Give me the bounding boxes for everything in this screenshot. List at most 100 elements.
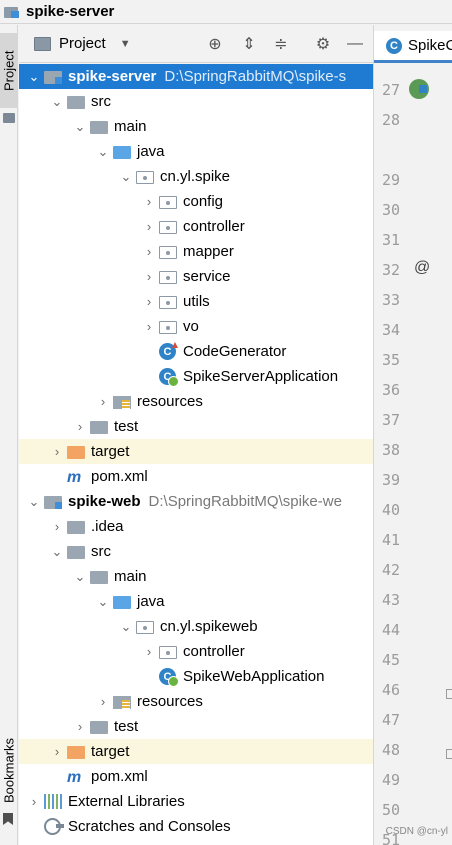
tree-row[interactable]: › External Libraries <box>19 789 373 814</box>
chevron-right-icon[interactable]: › <box>142 269 156 284</box>
chevron-right-icon[interactable]: › <box>142 244 156 259</box>
tree-row[interactable]: m pom.xml <box>19 464 373 489</box>
gear-icon[interactable]: ⚙ <box>313 34 333 54</box>
tree-row[interactable]: › vo <box>19 314 373 339</box>
tree-row[interactable]: ⌄ java <box>19 589 373 614</box>
tree-item-name: resources <box>137 693 203 710</box>
folder-icon <box>67 546 85 559</box>
watermark: CSDN @cn-yl <box>385 826 448 837</box>
folder-icon <box>67 521 85 534</box>
tree-row-label: main <box>114 118 147 135</box>
folder-icon <box>67 96 85 109</box>
editor-gutter: @ 26272829303132333435363738394041424344… <box>374 65 452 845</box>
tree-row[interactable]: › controller <box>19 214 373 239</box>
fold-marker-icon[interactable] <box>446 689 452 699</box>
line-number: 39 <box>382 471 401 489</box>
tree-row[interactable]: ⌄ spike-web D:\SpringRabbitMQ\spike-we <box>19 489 373 514</box>
resources-folder-icon <box>113 696 131 709</box>
tree-row[interactable]: C SpikeServerApplication <box>19 364 373 389</box>
chevron-down-icon[interactable]: ⌄ <box>119 169 133 184</box>
maven-icon: m <box>67 768 82 786</box>
chevron-right-icon[interactable]: › <box>73 419 87 434</box>
tree-row[interactable]: › config <box>19 189 373 214</box>
chevron-down-icon[interactable]: ⌄ <box>27 69 41 84</box>
locate-icon[interactable]: ⊕ <box>205 34 225 54</box>
chevron-down-icon[interactable]: ⌄ <box>73 119 87 134</box>
line-number: 41 <box>382 531 401 549</box>
project-tree[interactable]: ⌄ spike-server D:\SpringRabbitMQ\spike-s ⌄ s… <box>19 64 373 845</box>
bookmarks-tool-tab[interactable]: Bookmarks <box>0 730 18 810</box>
tree-row[interactable]: C CodeGenerator <box>19 339 373 364</box>
tree-row-label: utils <box>183 293 210 310</box>
expand-all-icon[interactable]: ⇕ <box>239 34 259 54</box>
tree-row[interactable]: ⌄ main <box>19 564 373 589</box>
tree-item-name: config <box>183 193 224 210</box>
project-panel-header: Project ▼ ⊕ ⇕ ≑ ⚙ — <box>19 25 373 63</box>
chevron-down-icon[interactable]: ⌄ <box>50 94 64 109</box>
tree-row[interactable]: › controller <box>19 639 373 664</box>
folder-icon[interactable] <box>3 113 15 123</box>
project-view-selector[interactable]: Project <box>59 35 106 52</box>
tree-item-name: test <box>114 418 139 435</box>
tree-item-name: External Libraries <box>68 793 185 810</box>
tree-row-label: target <box>91 743 129 760</box>
maven-icon: m <box>67 468 82 486</box>
window-title: spike-server <box>26 3 115 20</box>
tree-row[interactable]: m pom.xml <box>19 764 373 789</box>
source-folder-icon <box>113 146 131 159</box>
editor-tab[interactable]: C SpikeC <box>374 31 452 63</box>
tree-row[interactable]: › resources <box>19 389 373 414</box>
tree-row[interactable]: ⌄ spike-server D:\SpringRabbitMQ\spike-s <box>19 64 373 89</box>
fold-marker-icon[interactable] <box>446 749 452 759</box>
chevron-down-icon[interactable]: ⌄ <box>27 494 41 509</box>
minimize-icon[interactable]: — <box>345 34 365 54</box>
editor-area: C SpikeC @ 26272829303132333435363738394… <box>373 25 452 845</box>
tree-row[interactable]: › .idea <box>19 514 373 539</box>
tree-row[interactable]: Scratches and Consoles <box>19 814 373 839</box>
tree-row[interactable]: › utils <box>19 289 373 314</box>
chevron-right-icon[interactable]: › <box>96 694 110 709</box>
tree-row[interactable]: ⌄ src <box>19 539 373 564</box>
tree-row[interactable]: › target <box>19 439 373 464</box>
chevron-right-icon[interactable]: › <box>142 194 156 209</box>
tree-row-label: spike-server D:\SpringRabbitMQ\spike-s <box>68 68 346 85</box>
chevron-right-icon[interactable]: › <box>73 719 87 734</box>
chevron-right-icon[interactable]: › <box>142 319 156 334</box>
tree-row[interactable]: › test <box>19 414 373 439</box>
chevron-right-icon[interactable]: › <box>50 444 64 459</box>
chevron-down-icon[interactable]: ⌄ <box>96 144 110 159</box>
editor-tab-label: SpikeC <box>408 37 452 54</box>
tree-row[interactable]: ⌄ main <box>19 114 373 139</box>
tree-row[interactable]: ⌄ cn.yl.spike <box>19 164 373 189</box>
chevron-down-icon[interactable]: ▼ <box>120 38 131 50</box>
chevron-down-icon[interactable]: ⌄ <box>96 594 110 609</box>
line-number: 36 <box>382 381 401 399</box>
chevron-right-icon[interactable]: › <box>50 744 64 759</box>
tree-item-name: test <box>114 718 139 735</box>
tree-row[interactable]: › mapper <box>19 239 373 264</box>
tree-row[interactable]: C SpikeWebApplication <box>19 664 373 689</box>
project-tool-tab[interactable]: Project <box>0 33 18 108</box>
chevron-down-icon[interactable]: ⌄ <box>50 544 64 559</box>
library-icon <box>44 794 62 809</box>
tree-row[interactable]: ⌄ cn.yl.spikeweb <box>19 614 373 639</box>
bookmark-icon[interactable] <box>3 813 13 825</box>
chevron-right-icon[interactable]: › <box>27 794 41 809</box>
tree-row[interactable]: ⌄ src <box>19 89 373 114</box>
tree-row-label: SpikeWebApplication <box>183 668 324 685</box>
tree-row-label: pom.xml <box>91 768 148 785</box>
chevron-right-icon[interactable]: › <box>142 644 156 659</box>
tree-item-name: CodeGenerator <box>183 343 287 360</box>
chevron-down-icon[interactable]: ⌄ <box>73 569 87 584</box>
tree-row[interactable]: ⌄ java <box>19 139 373 164</box>
chevron-right-icon[interactable]: › <box>50 519 64 534</box>
chevron-right-icon[interactable]: › <box>96 394 110 409</box>
tree-row[interactable]: › target <box>19 739 373 764</box>
collapse-all-icon[interactable]: ≑ <box>271 34 291 54</box>
tree-row[interactable]: › service <box>19 264 373 289</box>
chevron-right-icon[interactable]: › <box>142 294 156 309</box>
chevron-right-icon[interactable]: › <box>142 219 156 234</box>
tree-row[interactable]: › test <box>19 714 373 739</box>
chevron-down-icon[interactable]: ⌄ <box>119 619 133 634</box>
tree-row[interactable]: › resources <box>19 689 373 714</box>
